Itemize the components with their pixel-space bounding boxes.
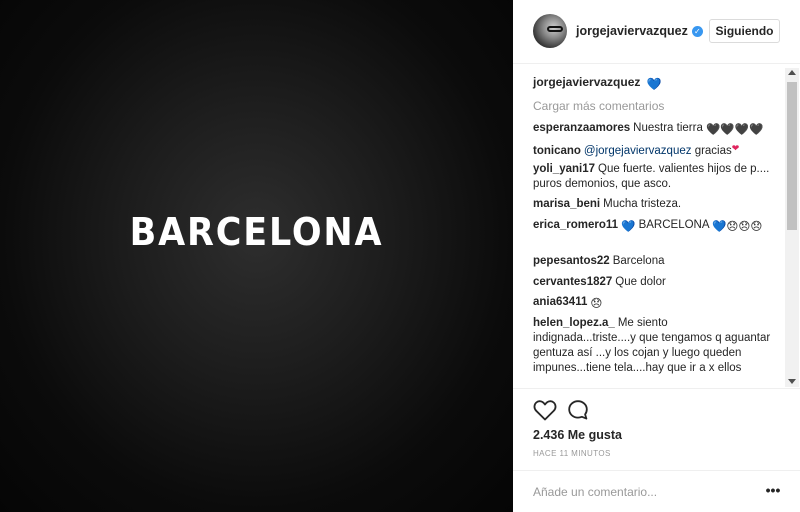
caption-username[interactable]: jorgejaviervazquez [533, 75, 640, 89]
post-view: BARCELONA jorgejaviervazquez ✓ Siguiendo… [0, 0, 800, 512]
scroll-up-arrow-icon[interactable] [788, 70, 796, 75]
comments-scrollbar[interactable] [785, 68, 799, 387]
post-actions: 2.436 Me gusta HACE 11 MINUTOS [513, 388, 800, 470]
heart-icon[interactable] [533, 399, 557, 421]
more-options-icon[interactable]: ••• [765, 483, 781, 499]
comment-username[interactable]: pepesantos22 [533, 255, 610, 267]
comment-username[interactable]: cervantes1827 [533, 276, 612, 288]
following-button[interactable]: Siguiendo [709, 19, 780, 43]
comment-username[interactable]: tonicano [533, 145, 581, 157]
comment-text: gracias [694, 145, 732, 157]
comment-text: Que dolor [615, 276, 666, 288]
caption: jorgejaviervazquez 💙 [533, 75, 662, 91]
load-more-comments-link[interactable]: Cargar más comentarios [533, 99, 664, 113]
post-sidebar: jorgejaviervazquez ✓ Siguiendo jorgejavi… [513, 0, 800, 512]
comment-username[interactable]: marisa_beni [533, 198, 600, 210]
comment: pepesantos22 Barcelona [533, 254, 773, 269]
post-timestamp: HACE 11 MINUTOS [533, 449, 611, 458]
comment: erica_romero11 💙 BARCELONA 💙😞😞😞 [533, 218, 773, 235]
comment-emoji: 💙😞😞😞 [712, 221, 763, 233]
avatar[interactable] [533, 14, 567, 48]
avatar-glasses [547, 26, 563, 32]
comment-text: Mucha tristeza. [603, 198, 682, 210]
comment: marisa_beni Mucha tristeza. [533, 197, 773, 212]
comment-username[interactable]: yoli_yani17 [533, 163, 595, 175]
comment-text: Barcelona [612, 255, 665, 267]
comment: cervantes1827 Que dolor [533, 275, 773, 290]
comments-list[interactable]: jorgejaviervazquez 💙 Cargar más comentar… [513, 65, 800, 387]
comment: esperanzaamores Nuestra tierra 🖤🖤🖤🖤 [533, 121, 773, 138]
comment-username[interactable]: helen_lopez.a_ [533, 317, 615, 329]
comment-emoji: ❤ [731, 143, 740, 153]
add-comment-input[interactable] [533, 482, 733, 502]
likes-count[interactable]: 2.436 Me gusta [533, 428, 622, 442]
comment-username[interactable]: ania63411 [533, 296, 587, 308]
comment: yoli_yani17 Que fuerte. valientes hijos d… [533, 162, 773, 192]
comment-emoji: 😞 [590, 298, 603, 310]
post-image-text: BARCELONA [129, 210, 384, 254]
post-image[interactable]: BARCELONA [0, 0, 513, 512]
comment-text: Nuestra tierra [633, 122, 703, 134]
comment-pre-emoji: 💙 [621, 221, 636, 233]
scroll-thumb[interactable] [787, 82, 797, 230]
comment-mention[interactable]: @jorgejaviervazquez [584, 145, 692, 157]
comment-username[interactable]: esperanzaamores [533, 122, 630, 134]
header-username[interactable]: jorgejaviervazquez [576, 24, 688, 38]
post-header: jorgejaviervazquez ✓ Siguiendo [513, 0, 800, 64]
add-comment-bar: ••• [513, 470, 800, 512]
comment-username[interactable]: erica_romero11 [533, 219, 618, 231]
verified-icon: ✓ [691, 25, 703, 37]
scroll-down-arrow-icon[interactable] [788, 379, 796, 384]
comment-emoji: 🖤🖤🖤🖤 [706, 124, 764, 136]
comment-text: BARCELONA [638, 219, 709, 231]
caption-emoji: 💙 [646, 77, 662, 91]
header-username-row: jorgejaviervazquez ✓ [576, 24, 703, 38]
comment-icon[interactable] [567, 399, 589, 421]
comment: helen_lopez.a_ Me siento indignada...tris… [533, 316, 773, 376]
comment: tonicano @jorgejaviervazquez gracias❤ [533, 141, 773, 159]
comment: ania63411 😞 [533, 295, 773, 312]
